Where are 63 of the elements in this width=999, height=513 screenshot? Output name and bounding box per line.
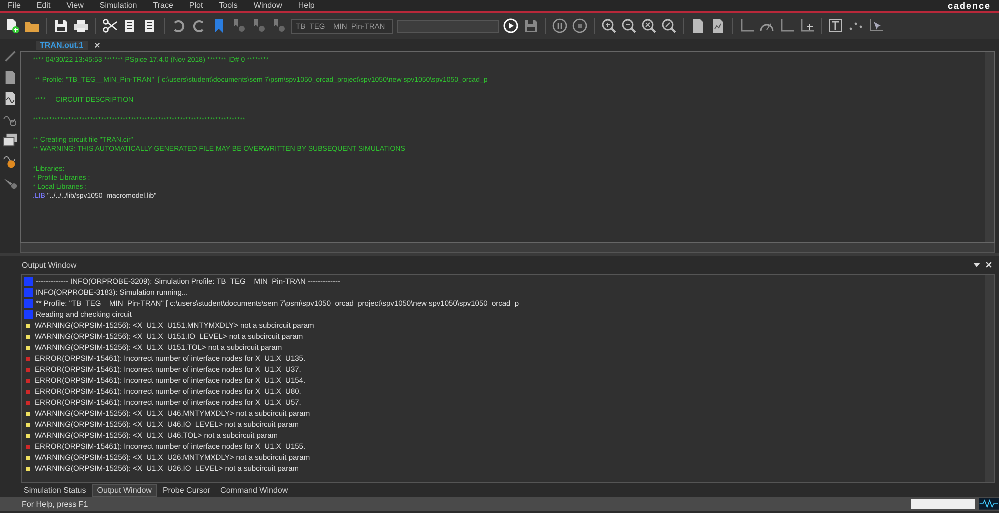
status-text: For Help, press F1 bbox=[22, 500, 88, 508]
document-chart-icon[interactable] bbox=[710, 18, 726, 34]
warning-icon bbox=[26, 334, 30, 338]
error-icon bbox=[26, 356, 30, 360]
bookmark-clear-icon[interactable] bbox=[271, 18, 287, 34]
warning-icon bbox=[26, 456, 30, 460]
stop-icon[interactable] bbox=[572, 18, 588, 34]
document-tab[interactable]: TRAN.out.1 bbox=[36, 40, 88, 50]
input-field[interactable] bbox=[397, 20, 499, 32]
error-icon bbox=[26, 390, 30, 394]
menu-item[interactable]: Trace bbox=[153, 0, 174, 10]
panel-tab[interactable]: Output Window bbox=[92, 484, 157, 496]
scrollbar[interactable] bbox=[985, 52, 994, 242]
menu-item[interactable]: Plot bbox=[189, 0, 204, 10]
cursor-icon[interactable] bbox=[868, 18, 884, 34]
zoom-in-icon[interactable] bbox=[601, 18, 617, 34]
dropdown-icon[interactable] bbox=[973, 261, 981, 269]
error-icon bbox=[26, 368, 30, 372]
logo: cadence bbox=[948, 0, 991, 10]
bookmark-next-icon[interactable] bbox=[231, 18, 247, 34]
run-icon[interactable] bbox=[503, 18, 519, 34]
panel-tab[interactable]: Simulation Status bbox=[20, 484, 90, 496]
menu-item[interactable]: Simulation bbox=[100, 0, 138, 10]
zoom-fit-icon[interactable] bbox=[641, 18, 657, 34]
document-icon[interactable] bbox=[690, 18, 706, 34]
menu-item[interactable]: Help bbox=[298, 0, 315, 10]
error-icon bbox=[26, 378, 30, 382]
close-icon[interactable] bbox=[94, 42, 101, 48]
save-icon[interactable] bbox=[53, 18, 69, 34]
panel-title: Output Window bbox=[22, 260, 77, 270]
zoom-area-icon[interactable] bbox=[661, 18, 677, 34]
warning-icon bbox=[26, 346, 30, 350]
menu-item[interactable]: View bbox=[66, 0, 84, 10]
menu-item[interactable]: Edit bbox=[36, 0, 51, 10]
menu-item[interactable]: File bbox=[8, 0, 21, 10]
add-axis-icon[interactable] bbox=[799, 18, 815, 34]
panel-tab[interactable]: Probe Cursor bbox=[158, 484, 215, 496]
warning-icon bbox=[26, 412, 30, 416]
wave-marker-icon[interactable] bbox=[2, 154, 18, 169]
warning-icon bbox=[26, 422, 30, 426]
text-box-icon[interactable] bbox=[828, 18, 844, 34]
scrollbar[interactable] bbox=[20, 243, 995, 253]
error-icon bbox=[26, 444, 30, 448]
new-file-icon[interactable] bbox=[4, 18, 20, 34]
panel-tab[interactable]: Command Window bbox=[216, 484, 292, 496]
print-icon[interactable] bbox=[73, 18, 89, 34]
menu-item[interactable]: Window bbox=[254, 0, 282, 10]
bookmark-previous-icon[interactable] bbox=[251, 18, 267, 34]
axis-icon[interactable] bbox=[739, 18, 755, 34]
error-icon bbox=[26, 400, 30, 404]
pause-icon[interactable] bbox=[552, 18, 568, 34]
warning-icon bbox=[26, 466, 30, 470]
zoom-out-icon[interactable] bbox=[621, 18, 637, 34]
axis-icon[interactable] bbox=[779, 18, 795, 34]
waveform-icon bbox=[979, 498, 999, 510]
warning-icon bbox=[26, 434, 30, 438]
cut-icon[interactable] bbox=[102, 18, 118, 34]
close-icon[interactable] bbox=[985, 261, 993, 269]
menu-item[interactable]: Tools bbox=[219, 0, 238, 10]
scrollbar[interactable] bbox=[985, 275, 994, 482]
windows-icon[interactable] bbox=[2, 133, 18, 148]
status-field bbox=[911, 499, 975, 509]
warning-icon bbox=[26, 324, 30, 328]
